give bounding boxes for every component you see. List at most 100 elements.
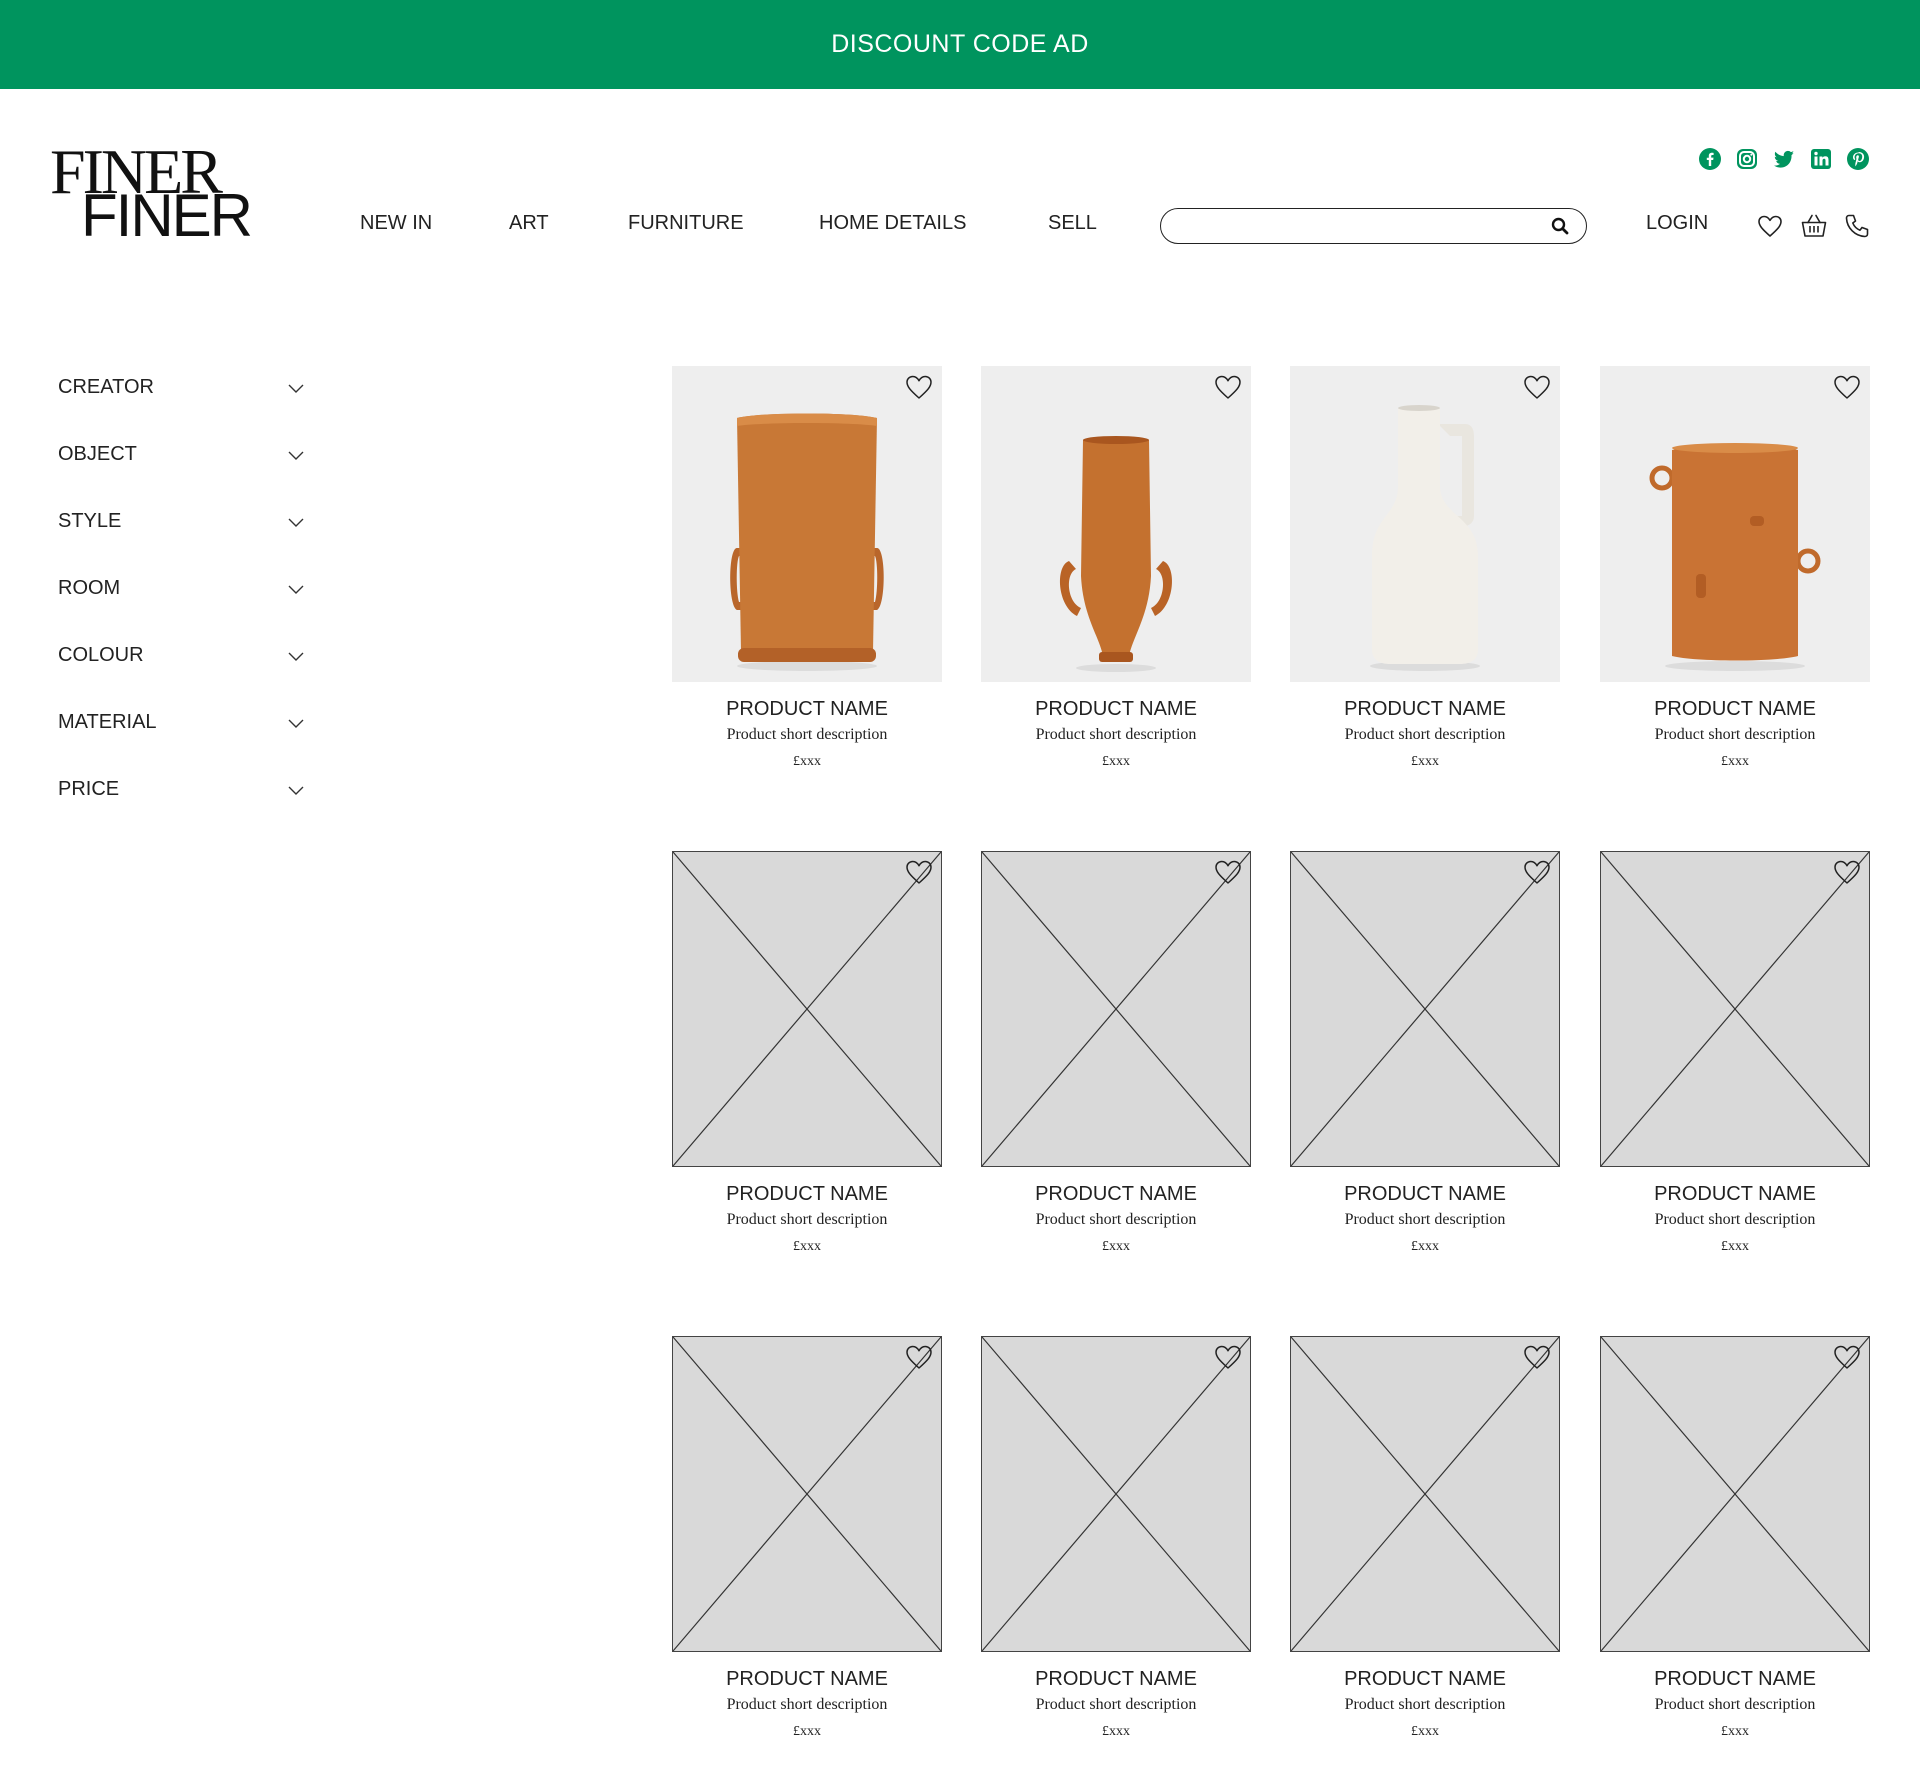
- product-name[interactable]: PRODUCT NAME: [1600, 1668, 1870, 1691]
- filter-style[interactable]: STYLE: [58, 510, 308, 577]
- filter-label: STYLE: [58, 510, 122, 532]
- product-name[interactable]: PRODUCT NAME: [672, 1668, 942, 1691]
- phone-icon[interactable]: [1843, 212, 1871, 240]
- product-name[interactable]: PRODUCT NAME: [1600, 1183, 1870, 1206]
- product-name[interactable]: PRODUCT NAME: [981, 698, 1251, 721]
- image-placeholder[interactable]: [1600, 851, 1870, 1167]
- product-card[interactable]: PRODUCT NAME Product short description £xx…: [981, 1336, 1251, 1752]
- filter-creator[interactable]: CREATOR: [58, 376, 308, 443]
- product-card[interactable]: PRODUCT NAME Product short description £xx…: [1600, 851, 1870, 1267]
- product-price: £xxx: [1102, 1724, 1130, 1739]
- product-name[interactable]: PRODUCT NAME: [672, 1183, 942, 1206]
- product-image[interactable]: [1290, 366, 1560, 682]
- filter-label: CREATOR: [58, 376, 154, 398]
- chevron-down-icon: [288, 518, 304, 527]
- product-price: £xxx: [1411, 754, 1439, 769]
- nav-item-new-in[interactable]: NEW IN: [360, 212, 432, 235]
- favorite-heart-icon[interactable]: [904, 857, 934, 887]
- product-description: Product short description: [1035, 726, 1197, 743]
- product-name[interactable]: PRODUCT NAME: [1290, 1668, 1560, 1691]
- product-card[interactable]: PRODUCT NAME Product short description £xx…: [1600, 1336, 1870, 1752]
- product-price: £xxx: [1721, 1239, 1749, 1254]
- favorite-heart-icon[interactable]: [1832, 857, 1862, 887]
- product-image[interactable]: [981, 366, 1251, 682]
- filter-sidebar: CREATOR OBJECT STYLE ROOM COLOUR MATERIA…: [58, 376, 308, 845]
- product-description: Product short description: [726, 1696, 888, 1713]
- filter-room[interactable]: ROOM: [58, 577, 308, 644]
- product-card[interactable]: PRODUCT NAME Product short description £xx…: [672, 851, 942, 1267]
- product-name[interactable]: PRODUCT NAME: [981, 1668, 1251, 1691]
- nav-item-art[interactable]: ART: [509, 212, 549, 235]
- image-placeholder[interactable]: [1290, 1336, 1560, 1652]
- product-image[interactable]: [672, 366, 942, 682]
- filter-object[interactable]: OBJECT: [58, 443, 308, 510]
- promo-text: DISCOUNT CODE AD: [831, 30, 1089, 58]
- product-card[interactable]: PRODUCT NAME Product short description £xx…: [1290, 1336, 1560, 1752]
- product-card[interactable]: PRODUCT NAME Product short description £xx…: [981, 366, 1251, 782]
- social-links: [1698, 147, 1870, 171]
- product-card[interactable]: PRODUCT NAME Product short description £xx…: [1600, 366, 1870, 782]
- nav-item-furniture[interactable]: FURNITURE: [628, 212, 744, 235]
- image-placeholder[interactable]: [672, 851, 942, 1167]
- product-card[interactable]: PRODUCT NAME Product short description £xx…: [1290, 366, 1560, 782]
- filter-price[interactable]: PRICE: [58, 778, 308, 845]
- chevron-down-icon: [288, 384, 304, 393]
- product-card[interactable]: PRODUCT NAME Product short description £xx…: [1290, 851, 1560, 1267]
- favorite-heart-icon[interactable]: [904, 372, 934, 402]
- image-placeholder[interactable]: [1600, 1336, 1870, 1652]
- heart-icon[interactable]: [1756, 212, 1784, 240]
- product-name[interactable]: PRODUCT NAME: [672, 698, 942, 721]
- product-description: Product short description: [726, 726, 888, 743]
- product-price: £xxx: [1102, 1239, 1130, 1254]
- favorite-heart-icon[interactable]: [904, 1342, 934, 1372]
- filter-label: ROOM: [58, 577, 121, 599]
- image-placeholder[interactable]: [981, 1336, 1251, 1652]
- basket-icon[interactable]: [1800, 212, 1828, 240]
- product-card[interactable]: PRODUCT NAME Product short description £xx…: [672, 366, 942, 782]
- product-name[interactable]: PRODUCT NAME: [1600, 698, 1870, 721]
- favorite-heart-icon[interactable]: [1213, 372, 1243, 402]
- logo[interactable]: FINER FINER: [50, 140, 260, 246]
- facebook-icon[interactable]: [1698, 147, 1722, 171]
- image-placeholder[interactable]: [981, 851, 1251, 1167]
- image-placeholder[interactable]: [1290, 851, 1560, 1167]
- chevron-down-icon: [288, 786, 304, 795]
- search-box: [1160, 208, 1587, 244]
- image-placeholder[interactable]: [672, 1336, 942, 1652]
- chevron-down-icon: [288, 719, 304, 728]
- pinterest-icon[interactable]: [1846, 147, 1870, 171]
- product-name[interactable]: PRODUCT NAME: [981, 1183, 1251, 1206]
- nav-item-home-details[interactable]: HOME DETAILS: [819, 212, 966, 235]
- filter-material[interactable]: MATERIAL: [58, 711, 308, 778]
- product-description: Product short description: [1654, 726, 1816, 743]
- promo-banner[interactable]: DISCOUNT CODE AD: [0, 0, 1920, 89]
- login-link[interactable]: LOGIN: [1646, 212, 1708, 235]
- favorite-heart-icon[interactable]: [1522, 1342, 1552, 1372]
- filter-label: OBJECT: [58, 443, 137, 465]
- filter-label: COLOUR: [58, 644, 144, 666]
- product-card[interactable]: PRODUCT NAME Product short description £xx…: [981, 851, 1251, 1267]
- product-image[interactable]: [1600, 366, 1870, 682]
- nav-item-sell[interactable]: SELL: [1048, 212, 1097, 235]
- twitter-icon[interactable]: [1772, 147, 1796, 171]
- product-card[interactable]: PRODUCT NAME Product short description £xx…: [672, 1336, 942, 1752]
- filter-colour[interactable]: COLOUR: [58, 644, 308, 711]
- product-price: £xxx: [793, 1724, 821, 1739]
- favorite-heart-icon[interactable]: [1832, 372, 1862, 402]
- product-price: £xxx: [1721, 754, 1749, 769]
- search-icon[interactable]: [1550, 216, 1570, 236]
- product-price: £xxx: [1721, 1724, 1749, 1739]
- favorite-heart-icon[interactable]: [1832, 1342, 1862, 1372]
- favorite-heart-icon[interactable]: [1213, 857, 1243, 887]
- filter-label: MATERIAL: [58, 711, 157, 733]
- linkedin-icon[interactable]: [1809, 147, 1833, 171]
- product-price: £xxx: [1102, 754, 1130, 769]
- favorite-heart-icon[interactable]: [1522, 857, 1552, 887]
- favorite-heart-icon[interactable]: [1522, 372, 1552, 402]
- product-name[interactable]: PRODUCT NAME: [1290, 1183, 1560, 1206]
- instagram-icon[interactable]: [1735, 147, 1759, 171]
- search-input[interactable]: [1177, 213, 1537, 239]
- favorite-heart-icon[interactable]: [1213, 1342, 1243, 1372]
- product-description: Product short description: [1035, 1211, 1197, 1228]
- product-name[interactable]: PRODUCT NAME: [1290, 698, 1560, 721]
